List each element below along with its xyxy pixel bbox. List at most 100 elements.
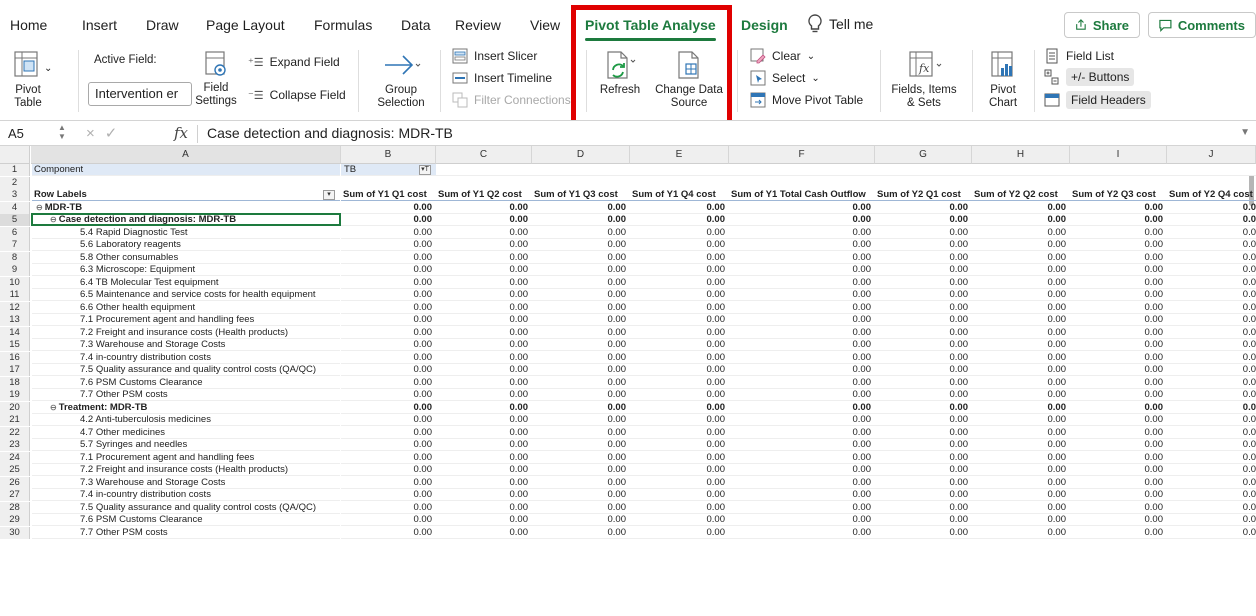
table-cell[interactable]: 0.00 xyxy=(729,214,875,226)
table-cell[interactable]: 0.00 xyxy=(341,439,436,451)
table-cell[interactable]: 0.00 xyxy=(532,502,630,514)
table-cell[interactable]: 0.00 xyxy=(972,439,1070,451)
table-cell[interactable]: 0.00 xyxy=(972,489,1070,501)
collapse-toggle-icon[interactable]: ⊖ xyxy=(36,203,43,212)
table-cell[interactable]: 0.00 xyxy=(1070,414,1167,426)
table-cell[interactable]: 0.00 xyxy=(341,302,436,314)
table-cell[interactable]: 0.00 xyxy=(729,489,875,501)
plus-minus-buttons-toggle[interactable]: +/- Buttons xyxy=(1044,68,1135,86)
row-label[interactable]: 7.2 Freight and insurance costs (Health … xyxy=(32,464,340,476)
row-label[interactable]: 7.3 Warehouse and Storage Costs xyxy=(32,339,340,351)
table-cell[interactable]: 0.00 xyxy=(341,427,436,439)
table-cell[interactable]: 0.00 xyxy=(436,489,532,501)
table-cell[interactable]: 0.00 xyxy=(436,252,532,264)
table-cell[interactable]: 0.00 xyxy=(1070,264,1167,276)
row-number[interactable]: 26 xyxy=(0,476,30,489)
table-cell[interactable]: 0.00 xyxy=(532,402,630,414)
table-cell[interactable]: 0.0 xyxy=(1167,514,1256,526)
table-cell[interactable]: 0.00 xyxy=(729,389,875,401)
column-header-e[interactable]: E xyxy=(630,146,729,164)
table-cell[interactable]: 0.00 xyxy=(1070,464,1167,476)
pivot-chart-button[interactable]: Pivot Chart xyxy=(980,50,1026,110)
table-cell[interactable]: 0.0 xyxy=(1167,227,1256,239)
table-cell[interactable]: 0.00 xyxy=(630,352,729,364)
column-header-b[interactable]: B xyxy=(341,146,436,164)
row-label[interactable]: 5.7 Syringes and needles xyxy=(32,439,340,451)
table-cell[interactable]: 0.00 xyxy=(436,239,532,251)
table-cell[interactable]: 0.00 xyxy=(972,452,1070,464)
column-header-g[interactable]: G xyxy=(875,146,972,164)
table-cell[interactable]: 0.00 xyxy=(532,452,630,464)
filter-connections-button[interactable]: Filter Connections xyxy=(452,92,571,108)
table-cell[interactable]: 0.00 xyxy=(532,364,630,376)
table-cell[interactable]: 0.00 xyxy=(532,377,630,389)
table-cell[interactable]: 0.00 xyxy=(875,414,972,426)
table-cell[interactable]: 0.00 xyxy=(729,377,875,389)
table-cell[interactable]: 0.00 xyxy=(532,302,630,314)
table-cell[interactable]: 0.00 xyxy=(875,477,972,489)
table-cell[interactable]: 0.00 xyxy=(972,502,1070,514)
table-cell[interactable]: 0.0 xyxy=(1167,389,1256,401)
table-cell[interactable]: 0.00 xyxy=(1070,427,1167,439)
table-cell[interactable]: 0.00 xyxy=(532,214,630,226)
table-cell[interactable]: 0.00 xyxy=(630,302,729,314)
table-cell[interactable]: 0.0 xyxy=(1167,464,1256,476)
table-cell[interactable]: 0.0 xyxy=(1167,289,1256,301)
table-cell[interactable]: 0.00 xyxy=(436,414,532,426)
table-cell[interactable]: 0.0 xyxy=(1167,489,1256,501)
collapse-toggle-icon[interactable]: ⊖ xyxy=(50,403,57,412)
table-cell[interactable]: 0.00 xyxy=(972,514,1070,526)
table-cell[interactable]: 0.0 xyxy=(1167,502,1256,514)
table-cell[interactable]: 0.00 xyxy=(436,402,532,414)
table-cell[interactable]: 0.00 xyxy=(630,327,729,339)
column-header-d[interactable]: D xyxy=(532,146,630,164)
table-cell[interactable]: 0.00 xyxy=(341,414,436,426)
table-cell[interactable]: 0.00 xyxy=(729,464,875,476)
table-cell[interactable]: 0.00 xyxy=(341,214,436,226)
table-cell[interactable]: 0.0 xyxy=(1167,414,1256,426)
table-cell[interactable]: 0.00 xyxy=(1070,452,1167,464)
row-number[interactable]: 9 xyxy=(0,264,30,276)
row-label[interactable]: 5.6 Laboratory reagents xyxy=(32,239,340,251)
table-cell[interactable]: 0.00 xyxy=(1070,252,1167,264)
clear-button[interactable]: Clear ⌄ xyxy=(750,48,815,64)
column-header-j[interactable]: J xyxy=(1167,146,1256,164)
table-cell[interactable]: 0.00 xyxy=(1070,314,1167,326)
table-cell[interactable]: 0.00 xyxy=(875,389,972,401)
table-cell[interactable]: 0.00 xyxy=(729,277,875,289)
row-number[interactable]: 10 xyxy=(0,276,30,289)
tab-review[interactable]: Review xyxy=(455,17,501,33)
table-cell[interactable]: 0.00 xyxy=(875,339,972,351)
table-cell[interactable]: 0.00 xyxy=(630,264,729,276)
table-cell[interactable]: 0.00 xyxy=(875,277,972,289)
table-cell[interactable]: 0.00 xyxy=(972,427,1070,439)
expand-field-button[interactable]: ⁺☰ Expand Field xyxy=(248,55,340,69)
row-number[interactable]: 2 xyxy=(0,176,30,189)
table-cell[interactable]: 0.00 xyxy=(1070,364,1167,376)
table-cell[interactable]: 0.00 xyxy=(729,402,875,414)
table-cell[interactable]: 0.00 xyxy=(875,239,972,251)
row-label[interactable]: 7.3 Warehouse and Storage Costs xyxy=(32,477,340,489)
table-cell[interactable]: 0.00 xyxy=(630,252,729,264)
table-cell[interactable]: 0.00 xyxy=(341,402,436,414)
row-label[interactable]: 7.5 Quality assurance and quality contro… xyxy=(32,364,340,376)
column-header-c[interactable]: C xyxy=(436,146,532,164)
table-cell[interactable]: 0.00 xyxy=(972,477,1070,489)
row-number[interactable]: 20 xyxy=(0,401,30,414)
table-cell[interactable]: 0.00 xyxy=(1070,489,1167,501)
row-label[interactable]: 7.6 PSM Customs Clearance xyxy=(32,514,340,526)
table-cell[interactable] xyxy=(729,164,875,176)
table-cell[interactable]: 0.00 xyxy=(532,264,630,276)
table-cell[interactable]: 0.00 xyxy=(630,439,729,451)
table-cell[interactable]: 0.00 xyxy=(436,514,532,526)
table-cell[interactable]: 0.0 xyxy=(1167,239,1256,251)
table-cell[interactable]: 0.0 xyxy=(1167,327,1256,339)
row-number[interactable]: 17 xyxy=(0,364,30,376)
column-header-i[interactable]: I xyxy=(1070,146,1167,164)
table-cell[interactable]: 0.00 xyxy=(436,327,532,339)
table-cell[interactable]: 0.00 xyxy=(729,364,875,376)
row-label[interactable]: 7.7 Other PSM costs xyxy=(32,527,340,539)
column-header-f[interactable]: F xyxy=(729,146,875,164)
select-button[interactable]: Select ⌄ xyxy=(750,70,820,86)
table-cell[interactable]: 0.00 xyxy=(341,264,436,276)
